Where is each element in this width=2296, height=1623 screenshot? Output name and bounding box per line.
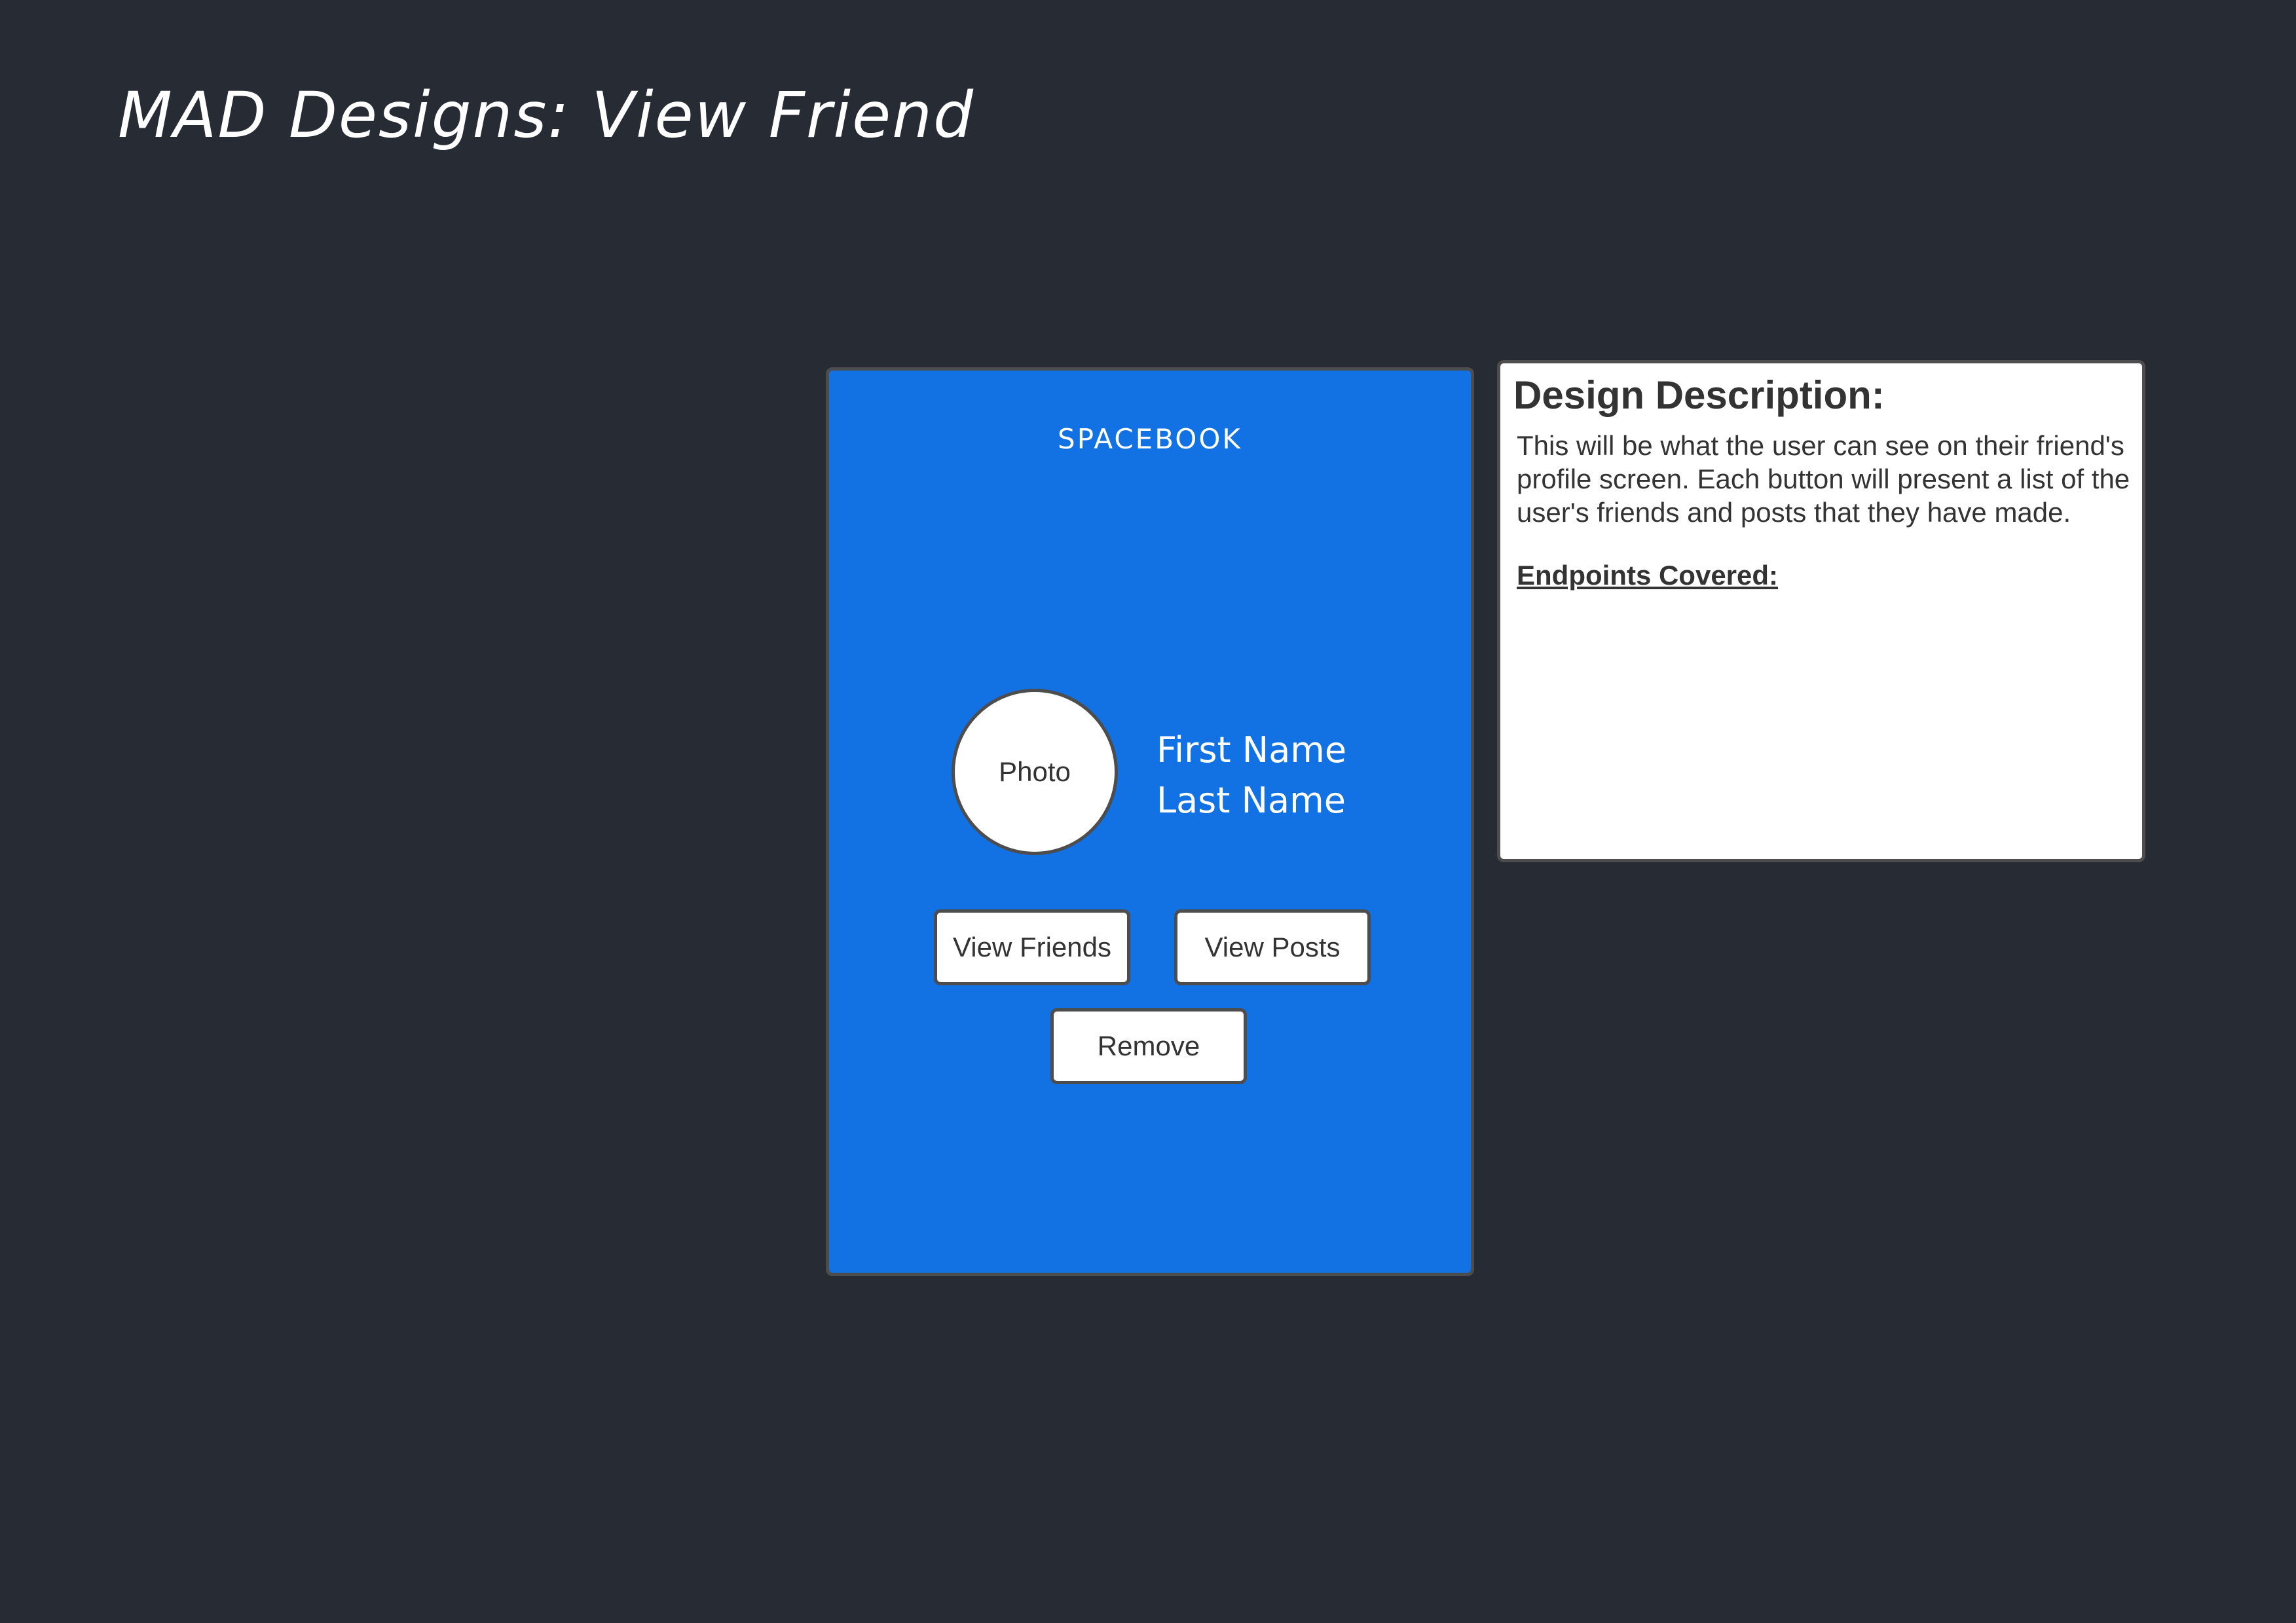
phone-mockup: SPACEBOOK Photo First Name Last Name Vie… [826,367,1474,1276]
description-heading: Design Description: [1513,373,1885,417]
app-brand-logo: SPACEBOOK [1058,423,1242,455]
view-posts-label: View Posts [1204,932,1341,962]
design-description-panel: Design Description: This will be what th… [1497,360,2145,862]
last-name-text: Last Name [1157,780,1346,821]
endpoints-heading: Endpoints Covered: [1517,560,1779,591]
page-title: MAD Designs: View Friend [118,79,974,152]
remove-label: Remove [1097,1030,1200,1061]
photo-label: Photo [999,756,1071,787]
first-name-text: First Name [1157,729,1347,771]
profile-photo-placeholder: Photo [952,689,1118,855]
view-friends-label: View Friends [953,932,1111,962]
description-body: This will be what the user can see on th… [1517,430,2130,528]
view-friends-button[interactable]: View Friends [934,909,1130,985]
view-posts-button[interactable]: View Posts [1174,909,1371,985]
remove-friend-button[interactable]: Remove [1050,1008,1247,1084]
